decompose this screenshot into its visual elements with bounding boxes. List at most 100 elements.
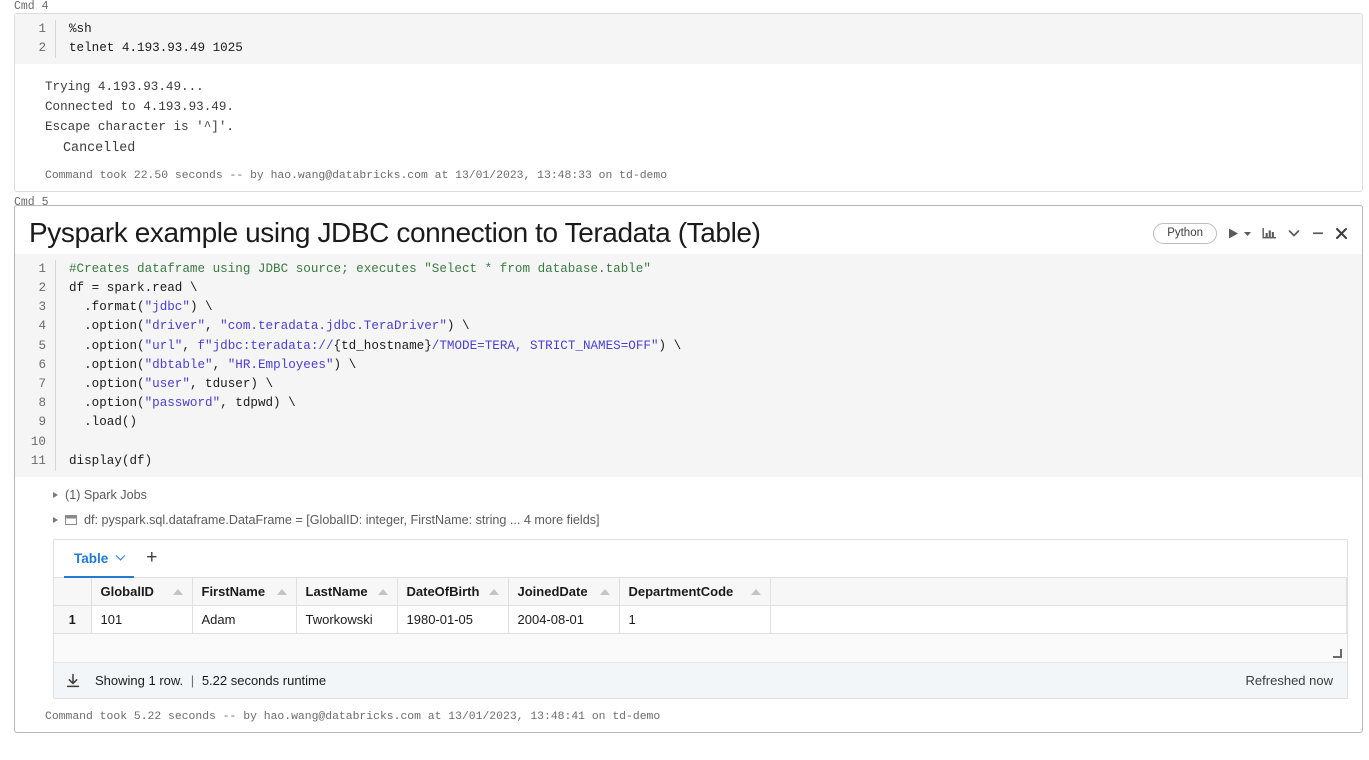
footer-left: Showing 1 row. | 5.22 seconds runtime [65, 673, 326, 689]
sort-caret-icon[interactable] [377, 588, 388, 595]
add-visualization-button[interactable]: + [134, 548, 169, 567]
line-number: 10 [30, 434, 46, 449]
table-cell[interactable]: 2004-08-01 [508, 605, 620, 635]
table-header-row: GlobalID FirstName LastName DateOfBirth Join… [54, 578, 1347, 607]
code-line[interactable]: 1 %sh [15, 20, 1362, 40]
code-token: .format( [69, 300, 145, 315]
code-text[interactable]: .option("driver", "com.teradata.jdbc.Ter… [55, 317, 1362, 337]
table-header-dateofbirth[interactable]: DateOfBirth [397, 578, 509, 607]
code-line[interactable]: 6 .option("dbtable", "HR.Employees") \ [15, 355, 1362, 375]
result-table[interactable]: GlobalID FirstName LastName DateOfBirth Join… [54, 578, 1347, 635]
table-header-lastname[interactable]: LastName [296, 578, 398, 607]
dataframe-icon [65, 515, 77, 526]
code-line[interactable]: 4 .option("driver", "com.teradata.jdbc.T… [15, 317, 1362, 337]
code-text[interactable]: .option("user", tduser) \ [55, 375, 1362, 395]
minimize-icon[interactable] [1311, 226, 1325, 240]
table-cell[interactable]: 101 [91, 605, 193, 635]
code-line[interactable]: 7 .option("user", tduser) \ [15, 375, 1362, 395]
cmd-4-cell[interactable]: 1 %sh 2 telnet 4.193.93.49 1025 Trying 4.19… [14, 13, 1363, 192]
footer-separator: | [190, 673, 195, 689]
cmd-4-editor[interactable]: 1 %sh 2 telnet 4.193.93.49 1025 [15, 14, 1362, 65]
code-line[interactable]: 9 .load() [15, 413, 1362, 433]
close-icon[interactable] [1335, 227, 1348, 240]
code-line[interactable]: 2 df = spark.read \ [15, 278, 1362, 299]
table-head: GlobalID FirstName LastName DateOfBirth Join… [54, 578, 1347, 607]
code-token: "user" [144, 377, 190, 391]
code-token: , [205, 319, 221, 334]
sort-caret-icon[interactable] [488, 588, 499, 595]
language-badge[interactable]: Python [1153, 222, 1217, 244]
cmd-5-cell[interactable]: Pyspark example using JDBC connection to… [14, 204, 1363, 734]
code-line[interactable]: 8 .option("password", tdpwd) \ [15, 394, 1362, 414]
code-text[interactable]: telnet 4.193.93.49 1025 [55, 39, 1362, 59]
code-token: , tdpwd) \ [220, 396, 296, 411]
code-line[interactable]: 3 .format("jdbc") \ [15, 298, 1362, 318]
code-token: , tduser) \ [189, 377, 274, 391]
code-line[interactable]: 10 [15, 432, 1362, 452]
sort-caret-icon[interactable] [599, 588, 610, 595]
table-cell[interactable]: 1980-01-05 [397, 605, 509, 635]
column-label: FirstName [201, 584, 266, 600]
code-line[interactable]: 1 #Creates dataframe using JDBC source; e… [15, 259, 1362, 279]
expand-triangle-icon [53, 492, 58, 499]
table-cell[interactable]: Adam [192, 605, 297, 635]
code-text[interactable]: df = spark.read \ [55, 278, 1362, 299]
output-line: Trying 4.193.93.49... [45, 80, 204, 95]
code-text[interactable]: %sh [55, 20, 1362, 40]
code-token: "url" [144, 338, 183, 353]
page-title: Pyspark example using JDBC connection to… [29, 216, 761, 248]
caret-down-icon[interactable] [1243, 229, 1252, 238]
code-text[interactable]: .format("jdbc") \ [55, 298, 1362, 318]
table-cell-spacer [770, 605, 1347, 635]
bar-chart-icon[interactable] [1262, 226, 1277, 241]
code-text[interactable] [55, 432, 1362, 452]
sort-caret-icon[interactable] [172, 588, 183, 595]
line-number: 1 [38, 22, 46, 36]
table-cell[interactable]: 1 [619, 605, 771, 635]
chevron-down-icon[interactable] [115, 550, 126, 561]
play-icon[interactable] [1227, 227, 1240, 240]
code-token: "com.teradata.jdbc.TeraDriver" [220, 319, 447, 334]
code-text[interactable]: .option("url", f"jdbc:teradata://{td_hos… [55, 336, 1362, 356]
code-token: .option( [69, 357, 145, 372]
code-token: .load() [69, 415, 138, 430]
code-line[interactable]: 5 .option("url", f"jdbc:teradata://{td_h… [15, 336, 1362, 356]
table-body: 1 101 Adam Tworkowski 1980-01-05 2004-08-01 1 [54, 605, 1347, 635]
code-token: .option( [69, 319, 145, 334]
cmd-5-editor[interactable]: 1 #Creates dataframe using JDBC source; e… [15, 253, 1362, 478]
code-text[interactable]: display(df) [55, 451, 1362, 472]
line-number: 6 [38, 357, 46, 372]
result-panel: Table + GlobalID FirstName LastName DateOfB… [53, 539, 1348, 700]
table-header-firstname[interactable]: FirstName [192, 578, 297, 607]
expand-triangle-icon [53, 517, 58, 524]
spark-jobs-toggle[interactable]: (1) Spark Jobs [15, 485, 1362, 505]
chevron-down-icon[interactable] [1287, 226, 1301, 240]
rows-showing-text: Showing 1 row. | 5.22 seconds runtime [95, 673, 326, 688]
table-header-globalid[interactable]: GlobalID [91, 578, 193, 607]
code-text[interactable]: .load() [55, 413, 1362, 433]
column-label: LastName [305, 584, 368, 600]
dataframe-toggle[interactable]: df: pyspark.sql.dataframe.DataFrame = [G… [15, 505, 1362, 530]
table-header-departmentcode[interactable]: DepartmentCode [619, 578, 771, 607]
line-number: 3 [38, 300, 46, 315]
code-text[interactable]: #Creates dataframe using JDBC source; ex… [55, 259, 1362, 279]
cmd-5-status: Command took 5.22 seconds -- by hao.wang… [45, 711, 661, 724]
cmd-5-label: Cmd 5 [14, 195, 49, 205]
download-icon[interactable] [65, 673, 81, 689]
refreshed-label: Refreshed now [1245, 673, 1333, 689]
resize-handle[interactable] [1333, 649, 1342, 659]
cancelled-label: Cancelled [63, 141, 136, 157]
code-text[interactable]: .option("password", tdpwd) \ [55, 394, 1362, 414]
cmd-4-label: Cmd 4 [14, 0, 49, 13]
code-text[interactable]: .option("dbtable", "HR.Employees") \ [55, 355, 1362, 375]
sort-caret-icon[interactable] [276, 588, 287, 595]
table-cell[interactable]: Tworkowski [296, 605, 398, 635]
sort-caret-icon[interactable] [750, 588, 761, 595]
code-line[interactable]: 11 display(df) [15, 451, 1362, 472]
table-row[interactable]: 1 101 Adam Tworkowski 1980-01-05 2004-08-01 1 [54, 605, 1347, 635]
cmd-5-title-row: Pyspark example using JDBC connection to… [15, 206, 1362, 254]
tab-table[interactable]: Table [64, 540, 135, 579]
code-line[interactable]: 2 telnet 4.193.93.49 1025 [15, 39, 1362, 59]
table-header-joineddate[interactable]: JoinedDate [508, 578, 620, 607]
output-line: Connected to 4.193.93.49. [45, 100, 234, 114]
